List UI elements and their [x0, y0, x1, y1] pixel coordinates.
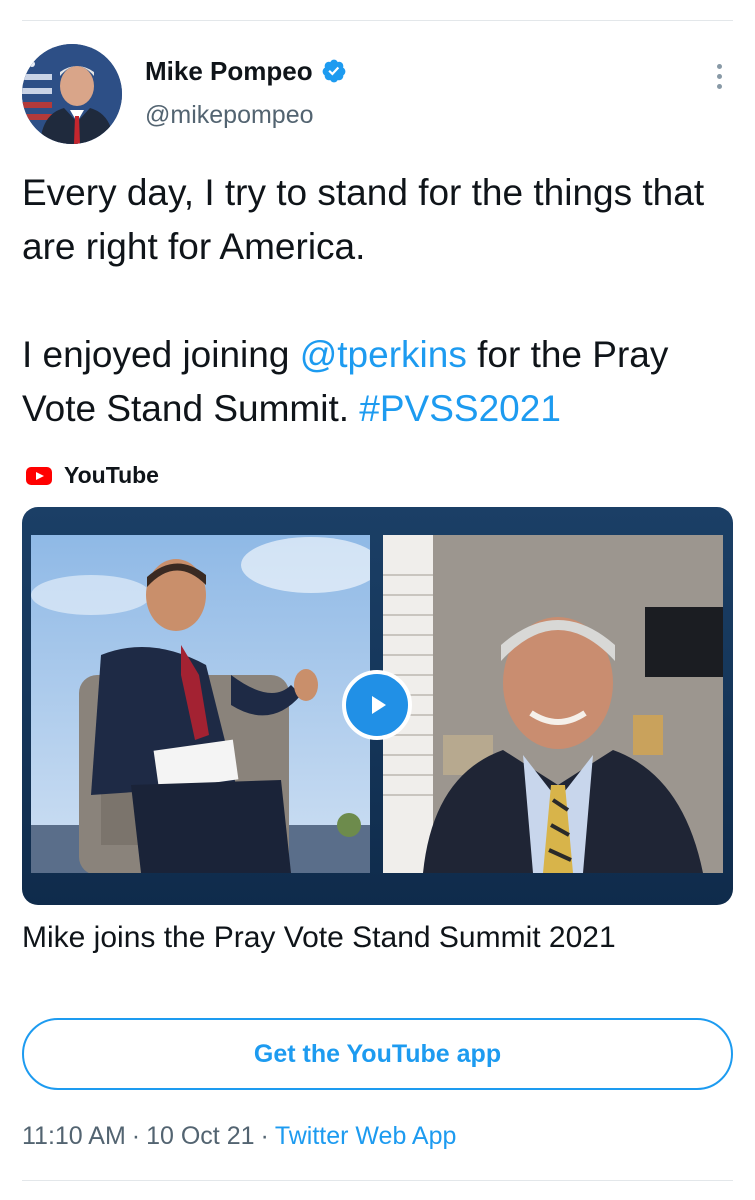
- verified-badge-icon: [322, 59, 345, 83]
- author-display-name[interactable]: Mike Pompeo: [145, 55, 313, 87]
- guest-video-still: [383, 535, 723, 873]
- host-video-still: [31, 535, 370, 873]
- video-frame-guest: [383, 535, 723, 873]
- video-frame-host: [31, 535, 370, 873]
- get-youtube-app-button[interactable]: Get the YouTube app: [22, 1018, 733, 1090]
- video-player[interactable]: [22, 507, 733, 905]
- meta-separator: ·: [131, 1122, 141, 1150]
- tweet-client[interactable]: Twitter Web App: [275, 1122, 457, 1150]
- meta-separator: ·: [260, 1122, 269, 1150]
- bottom-divider: [22, 1180, 733, 1181]
- youtube-logo-icon: [26, 466, 52, 485]
- card-source[interactable]: YouTube: [26, 462, 159, 489]
- card-source-label: YouTube: [64, 462, 159, 488]
- card-title[interactable]: Mike joins the Pray Vote Stand Summit 20…: [22, 918, 616, 958]
- play-triangle: [372, 696, 386, 714]
- play-icon[interactable]: [342, 670, 412, 740]
- more-options-icon[interactable]: [705, 58, 733, 94]
- avatar[interactable]: [22, 44, 122, 144]
- mention-link[interactable]: @tperkins: [300, 334, 467, 375]
- top-divider: [22, 20, 733, 21]
- tweet-meta: 11:10 AM · 10 Oct 21 · Twitter Web App: [22, 1122, 456, 1151]
- tweet-date[interactable]: 10 Oct 21: [146, 1122, 254, 1150]
- tweet-time[interactable]: 11:10 AM: [22, 1122, 126, 1150]
- tweet-line-1: Every day, I try to stand for the things…: [22, 172, 705, 267]
- tweet-text: Every day, I try to stand for the things…: [22, 166, 733, 436]
- author-name-row[interactable]: Mike Pompeo: [145, 55, 347, 87]
- tweet-line-2: I enjoyed joining @tperkins for the Pray…: [22, 328, 733, 436]
- hashtag-link[interactable]: #PVSS2021: [359, 388, 561, 429]
- author-handle[interactable]: @mikepompeo: [145, 101, 314, 130]
- tweet-text-before-mention: I enjoyed joining: [22, 334, 300, 375]
- avatar-image: [22, 44, 122, 144]
